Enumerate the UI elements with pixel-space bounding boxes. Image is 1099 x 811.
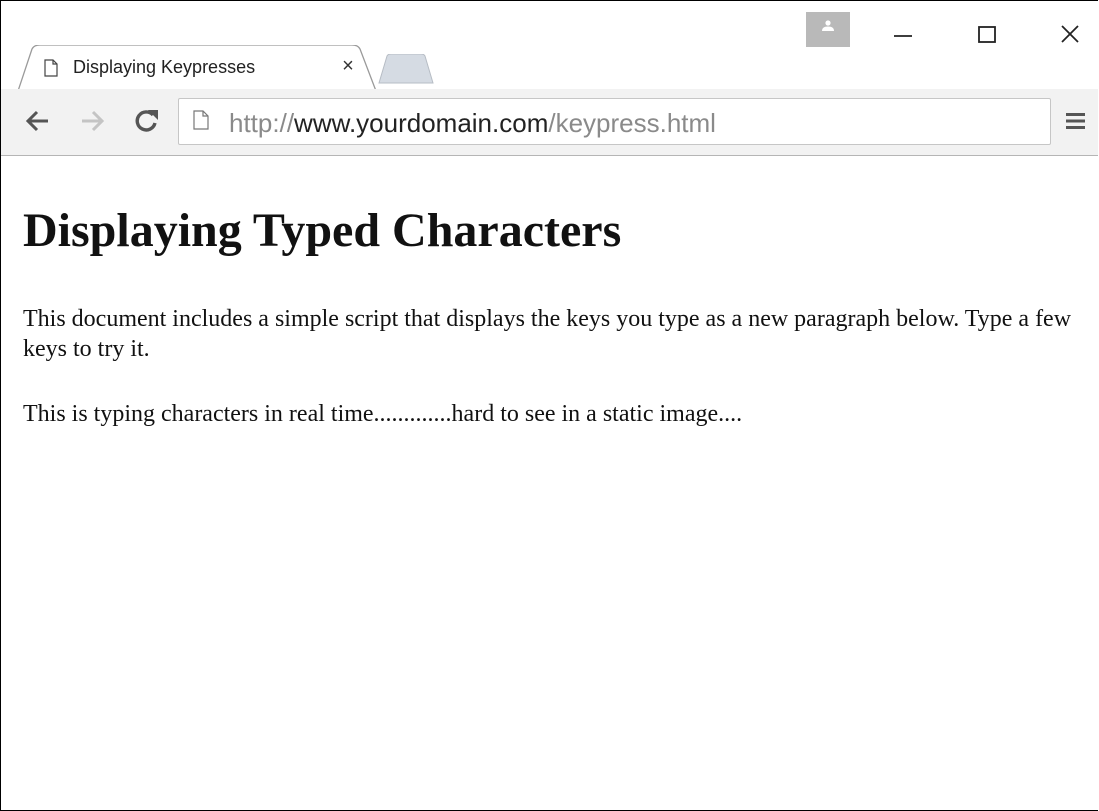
page-icon: [193, 110, 209, 130]
close-icon: [1061, 25, 1079, 43]
tab-close-icon[interactable]: ×: [338, 56, 358, 76]
reload-button[interactable]: [131, 106, 161, 136]
tab-title: Displaying Keypresses: [73, 57, 256, 77]
new-tab-button[interactable]: [377, 54, 435, 84]
back-button[interactable]: [23, 106, 53, 136]
url-text[interactable]: http://www.yourdomain.com/keypress.html: [229, 108, 716, 139]
menu-button[interactable]: [1063, 108, 1089, 134]
forward-button[interactable]: [77, 106, 107, 136]
page-icon: [44, 59, 58, 77]
maximize-button[interactable]: [964, 17, 1010, 53]
forward-arrow-icon: [82, 110, 105, 132]
hamburger-menu-icon: [1066, 113, 1085, 129]
maximize-icon: [978, 26, 996, 43]
close-window-button[interactable]: [1047, 17, 1093, 53]
page-heading: Displaying Typed Characters: [23, 204, 622, 257]
address-bar[interactable]: http://www.yourdomain.com/keypress.html: [178, 98, 1051, 145]
title-bar: Displaying Keypresses ×: [1, 1, 1098, 91]
profile-button[interactable]: [806, 12, 850, 47]
url-path: /keypress.html: [548, 108, 716, 138]
url-scheme: http://: [229, 108, 295, 138]
minimize-button[interactable]: [880, 17, 926, 53]
user-icon: [822, 20, 834, 31]
intro-paragraph: This document includes a simple script t…: [23, 306, 1072, 362]
reload-icon: [135, 110, 158, 132]
url-host: www.yourdomain.com: [294, 108, 549, 138]
typed-output-paragraph: This is typing characters in real time..…: [23, 401, 743, 427]
minimize-icon: [894, 35, 912, 37]
browser-window: Displaying Keypresses × http://www.yourd…: [0, 0, 1098, 811]
back-arrow-icon: [25, 110, 48, 132]
browser-toolbar: http://www.yourdomain.com/keypress.html: [1, 89, 1098, 156]
